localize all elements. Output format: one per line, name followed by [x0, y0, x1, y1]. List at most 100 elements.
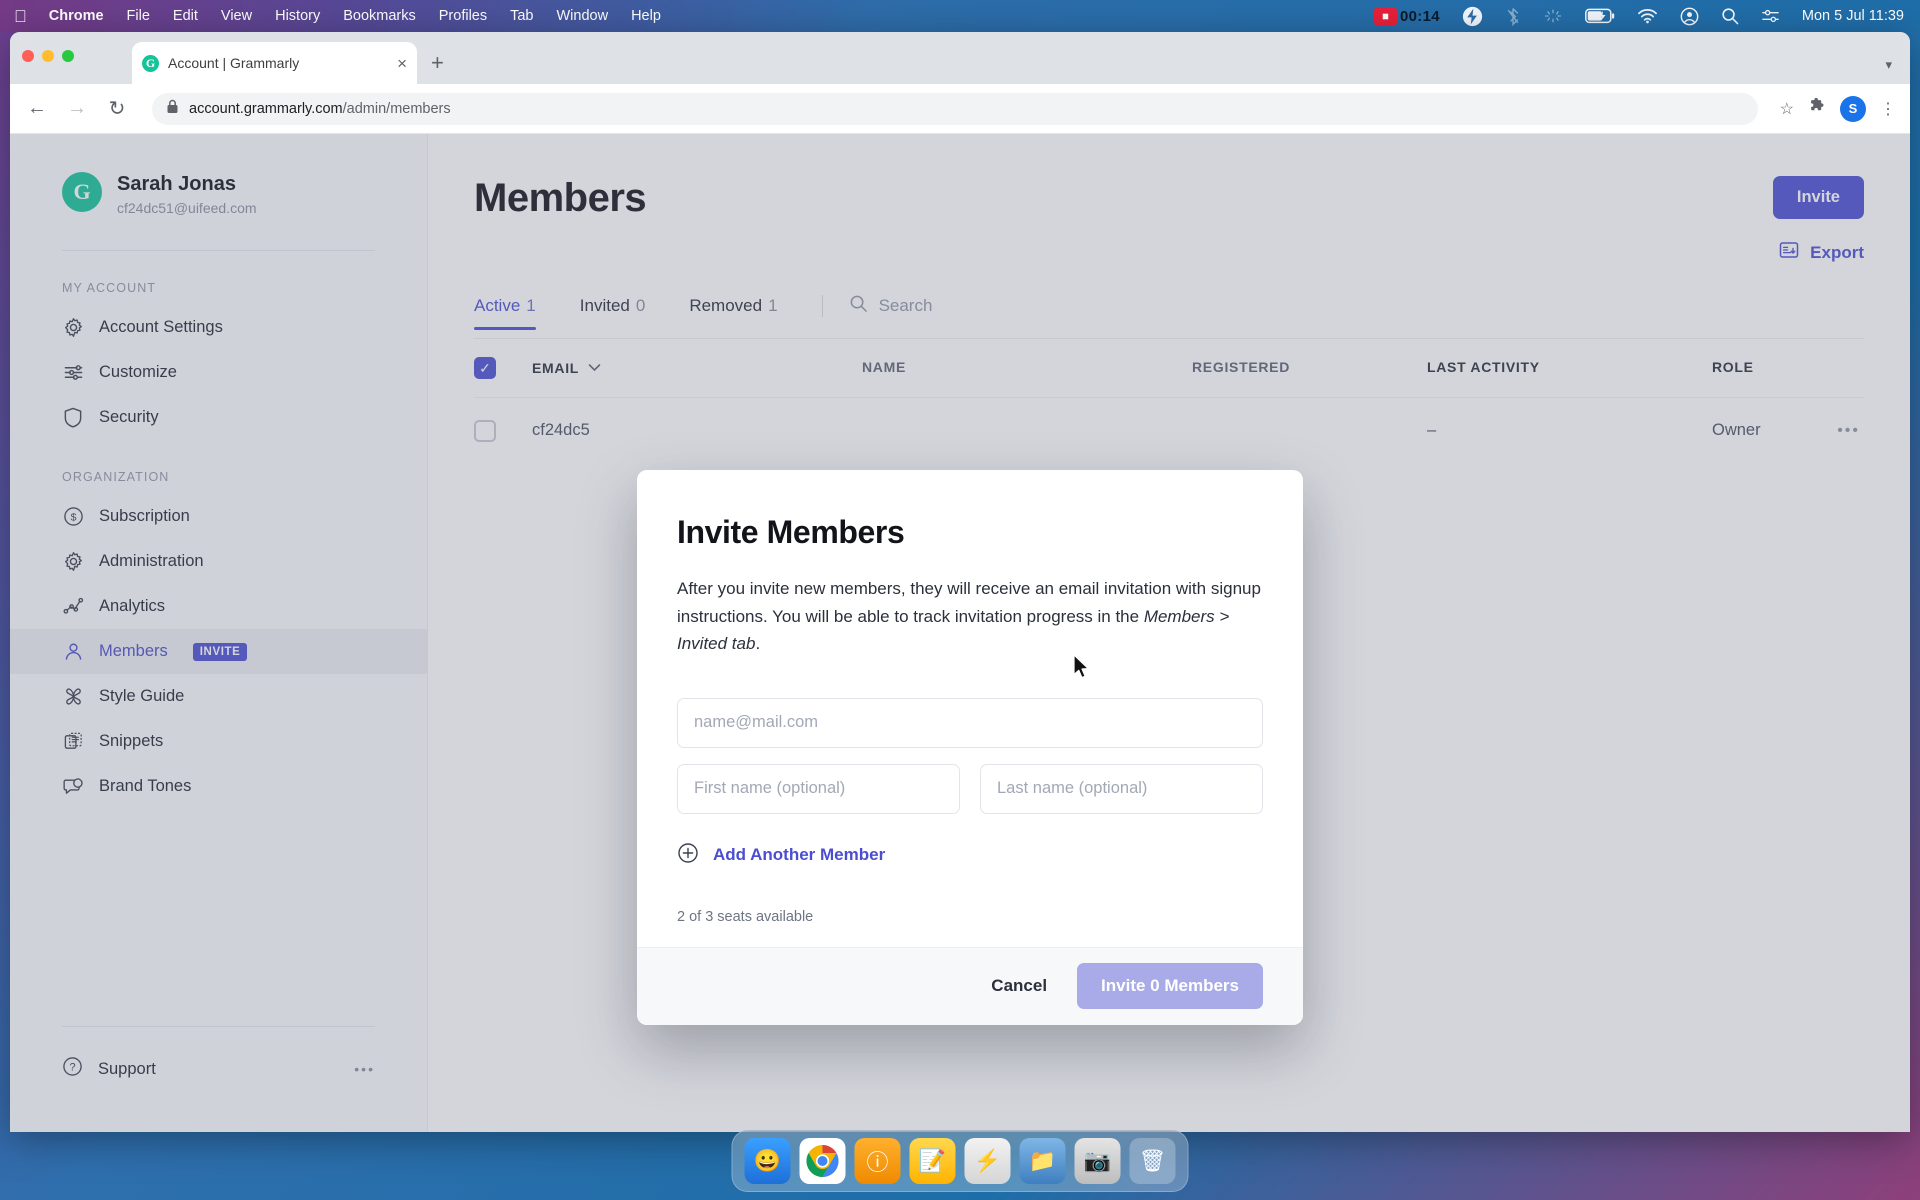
- extensions-icon[interactable]: [1808, 97, 1826, 120]
- sidebar-item-label: Customize: [99, 363, 177, 381]
- menu-item-tab[interactable]: Tab: [510, 8, 533, 24]
- select-all-checkbox[interactable]: ✓: [474, 357, 496, 379]
- cell-role: Owner •••: [1712, 421, 1864, 440]
- menu-item-edit[interactable]: Edit: [173, 8, 198, 24]
- minimize-window-button[interactable]: [42, 50, 54, 62]
- sidebar-item-subscription[interactable]: $ Subscription: [10, 494, 427, 539]
- table-row[interactable]: cf24dc5 – Owner •••: [474, 397, 1864, 463]
- menu-item-chrome[interactable]: Chrome: [49, 8, 104, 24]
- window-traffic-lights[interactable]: [22, 50, 74, 62]
- menu-item-help[interactable]: Help: [631, 8, 661, 24]
- shield-icon: [62, 407, 84, 429]
- row-checkbox[interactable]: [474, 419, 496, 442]
- header-label: LAST ACTIVITY: [1427, 359, 1540, 375]
- first-name-field[interactable]: [677, 763, 960, 814]
- battery-charging-icon[interactable]: [1584, 8, 1615, 24]
- tab-active[interactable]: Active 1: [474, 296, 536, 330]
- menu-item-window[interactable]: Window: [557, 8, 609, 24]
- row-more-actions-icon[interactable]: •••: [1837, 422, 1864, 440]
- bookmark-star-icon[interactable]: ☆: [1780, 99, 1794, 119]
- email-field[interactable]: [677, 697, 1263, 748]
- control-center-user-icon[interactable]: [1680, 7, 1699, 26]
- menu-item-history[interactable]: History: [275, 8, 320, 24]
- maximize-window-button[interactable]: [62, 50, 74, 62]
- apple-logo-icon[interactable]: : [14, 8, 27, 25]
- chrome-menu-icon[interactable]: ⋮: [1880, 99, 1896, 119]
- control-center-icon[interactable]: [1761, 8, 1780, 24]
- invite-form: Add Another Member 2 of 3 seats availabl…: [677, 697, 1263, 947]
- menu-item-bookmarks[interactable]: Bookmarks: [343, 8, 416, 24]
- sidebar-item-label: Style Guide: [99, 687, 185, 705]
- close-tab-icon[interactable]: ×: [397, 55, 407, 72]
- menubar-status-area: ⏹ 00:14 Mon 5 Jul 11:39: [1374, 6, 1920, 27]
- reload-button[interactable]: ↻: [104, 96, 130, 121]
- sidebar-item-administration[interactable]: Administration: [10, 539, 427, 584]
- close-window-button[interactable]: [22, 50, 34, 62]
- browser-tab[interactable]: G Account | Grammarly ×: [132, 42, 417, 84]
- lock-icon: [166, 99, 179, 119]
- airdrop-icon[interactable]: [1543, 8, 1563, 24]
- last-name-field[interactable]: [980, 763, 1263, 814]
- back-button[interactable]: ←: [24, 97, 50, 120]
- header-cell-email[interactable]: EMAIL: [532, 359, 862, 377]
- modal-body: Invite Members After you invite new memb…: [637, 470, 1303, 947]
- sidebar-item-security[interactable]: Security: [10, 395, 427, 440]
- export-button[interactable]: Export: [1778, 239, 1864, 266]
- screenshot-icon[interactable]: 📷: [1074, 1138, 1121, 1184]
- tab-list-chevron-icon[interactable]: ▾: [1885, 57, 1892, 73]
- members-invite-badge[interactable]: INVITE: [192, 642, 248, 661]
- wifi-icon[interactable]: [1637, 8, 1658, 24]
- sidebar-bottom-divider: [62, 1026, 375, 1027]
- notes-icon[interactable]: 📝: [909, 1138, 956, 1184]
- finder-icon[interactable]: 😀: [744, 1138, 791, 1184]
- lightning-icon[interactable]: ⚡: [964, 1138, 1011, 1184]
- spotlight-search-icon[interactable]: [1721, 7, 1739, 25]
- search-input[interactable]: Search: [849, 294, 932, 332]
- menu-item-view[interactable]: View: [221, 8, 252, 24]
- sidebar-item-snippets[interactable]: Snippets: [10, 719, 427, 764]
- sliders-icon: [62, 362, 84, 384]
- sidebar-item-style-guide[interactable]: Style Guide: [10, 674, 427, 719]
- tab-removed[interactable]: Removed 1: [689, 296, 777, 330]
- header-cell-role[interactable]: ROLE: [1712, 359, 1864, 377]
- header-cell-registered[interactable]: REGISTERED: [1192, 359, 1427, 377]
- menu-item-file[interactable]: File: [127, 8, 150, 24]
- chevron-down-icon[interactable]: [588, 359, 601, 377]
- bluetooth-icon[interactable]: [1505, 7, 1521, 26]
- sidebar-item-account-settings[interactable]: Account Settings: [10, 305, 427, 350]
- tab-invited[interactable]: Invited 0: [580, 296, 646, 330]
- sidebar-item-customize[interactable]: Customize: [10, 350, 427, 395]
- tabs-separator: [821, 295, 823, 317]
- chrome-icon[interactable]: [799, 1138, 846, 1184]
- row-select-cell: [474, 419, 532, 442]
- sidebar-item-support[interactable]: ? Support •••: [10, 1056, 427, 1082]
- sidebar-item-brand-tones[interactable]: Brand Tones: [10, 764, 427, 809]
- folder-icon[interactable]: 📁: [1019, 1138, 1066, 1184]
- header-cell-name[interactable]: NAME: [862, 359, 1192, 377]
- add-another-member-button[interactable]: Add Another Member: [677, 842, 1263, 869]
- invite-members-submit-button[interactable]: Invite 0 Members: [1077, 963, 1263, 1010]
- cell-value: –: [1427, 421, 1437, 439]
- flash-circle-icon[interactable]: [1462, 6, 1483, 27]
- forward-button[interactable]: →: [64, 97, 90, 120]
- sidebar-item-members[interactable]: Members INVITE: [10, 629, 427, 674]
- sidebar-item-analytics[interactable]: Analytics: [10, 584, 427, 629]
- address-bar[interactable]: account.grammarly.com/admin/members: [152, 92, 1758, 125]
- menubar-clock[interactable]: Mon 5 Jul 11:39: [1802, 8, 1904, 24]
- recording-time: 00:14: [1400, 7, 1440, 25]
- cell-last-activity: –: [1427, 421, 1712, 440]
- tab-count: 1: [768, 296, 778, 315]
- menu-item-profiles[interactable]: Profiles: [439, 8, 487, 24]
- sidebar-item-label: Security: [99, 408, 159, 426]
- info-icon[interactable]: ⓘ: [854, 1138, 901, 1184]
- trash-icon[interactable]: 🗑: [1129, 1138, 1176, 1184]
- header-label: NAME: [862, 359, 907, 375]
- chrome-profile-avatar[interactable]: S: [1840, 95, 1866, 122]
- new-tab-button[interactable]: +: [431, 52, 444, 74]
- cancel-button[interactable]: Cancel: [973, 964, 1065, 1008]
- screen-recording-indicator[interactable]: ⏹ 00:14: [1374, 6, 1440, 26]
- support-more-icon[interactable]: •••: [354, 1061, 375, 1077]
- header-cell-last-activity[interactable]: LAST ACTIVITY: [1427, 359, 1712, 377]
- sidebar-profile[interactable]: G Sarah Jonas cf24dc51@uifeed.com: [10, 172, 427, 216]
- invite-button[interactable]: Invite: [1772, 176, 1864, 219]
